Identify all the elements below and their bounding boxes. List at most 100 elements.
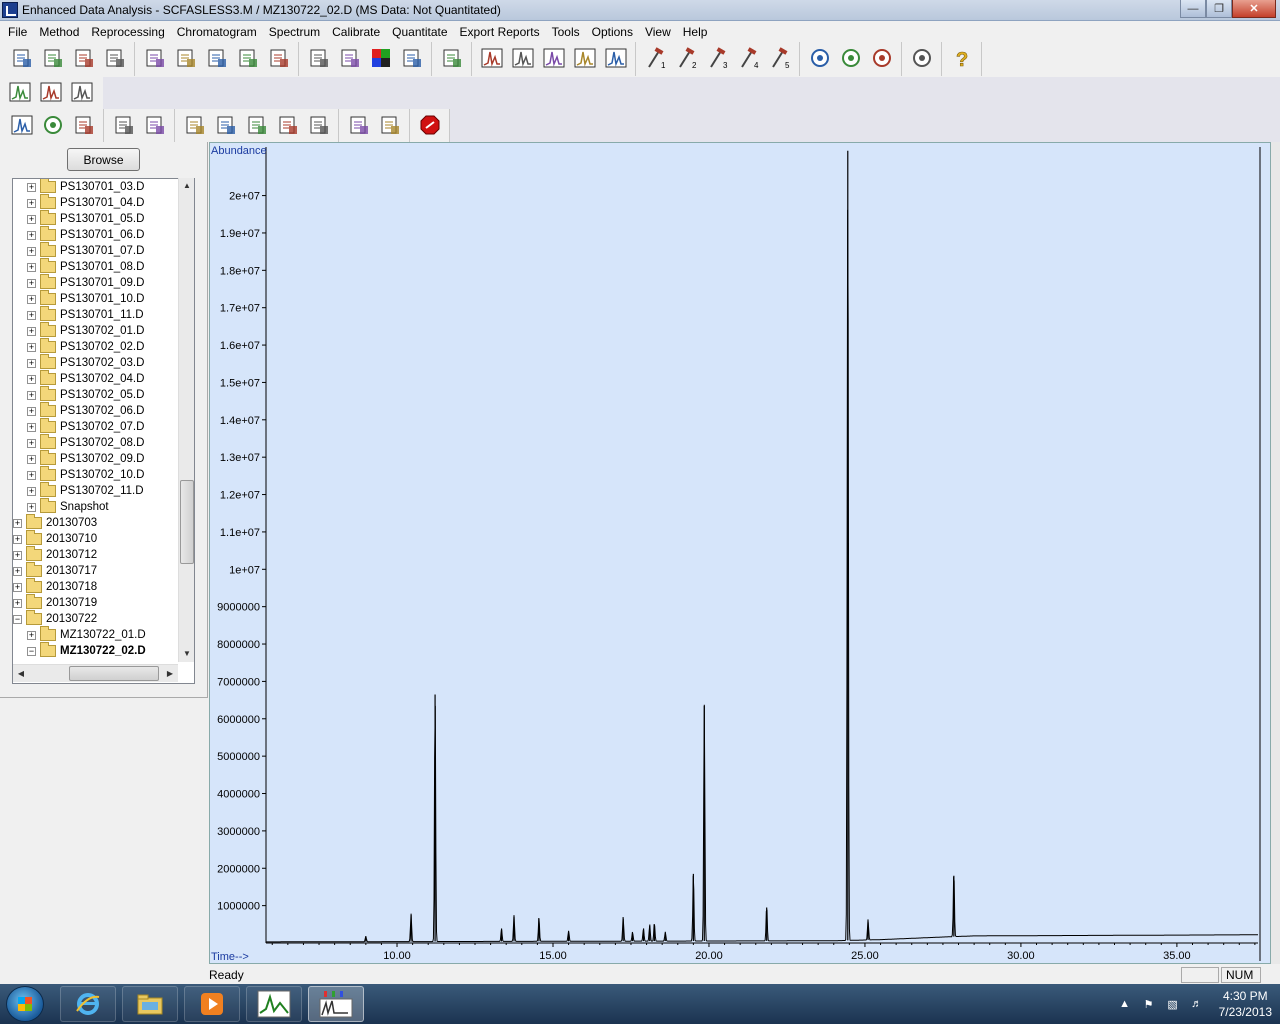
integrate-chrom-button[interactable] — [6, 113, 37, 139]
spectrum-trace-button[interactable] — [600, 46, 631, 72]
report-edit-button[interactable] — [374, 113, 405, 139]
color-palette-button[interactable] — [365, 46, 396, 72]
navigator-button[interactable] — [906, 46, 937, 72]
show-hidden-icons-icon[interactable]: ▲ — [1117, 996, 1133, 1012]
macro-1-button[interactable]: 1 — [640, 46, 671, 72]
tree-item[interactable]: + PS130701_09.D — [27, 274, 144, 291]
tree-item[interactable]: + Snapshot — [27, 498, 109, 515]
peak-compare-button[interactable] — [35, 80, 66, 106]
macro-4-button[interactable]: 4 — [733, 46, 764, 72]
expand-icon[interactable]: + — [27, 342, 36, 352]
maximize-button[interactable]: ❐ — [1206, 0, 1232, 18]
close-button[interactable]: ✕ — [1232, 0, 1276, 18]
sim-add-button[interactable] — [232, 46, 263, 72]
expand-icon[interactable]: + — [13, 566, 22, 576]
expand-icon[interactable]: + — [27, 470, 36, 480]
macro-5-button[interactable]: 5 — [764, 46, 795, 72]
menu-quantitate[interactable]: Quantitate — [386, 25, 453, 39]
tree-item[interactable]: + PS130702_05.D — [27, 386, 144, 403]
spectrum-view-button[interactable] — [476, 46, 507, 72]
tree-item[interactable]: + PS130702_10.D — [27, 466, 144, 483]
peak-shape-button[interactable] — [538, 46, 569, 72]
tree-item[interactable]: + PS130702_04.D — [27, 370, 144, 387]
bank-button[interactable] — [68, 113, 99, 139]
load-data-button[interactable] — [6, 46, 37, 72]
chart-scrollbar[interactable] — [1271, 142, 1280, 964]
tree-item[interactable]: + PS130701_11.D — [27, 306, 144, 323]
report-button[interactable] — [436, 46, 467, 72]
expand-icon[interactable]: + — [27, 630, 36, 640]
expand-icon[interactable]: + — [27, 198, 36, 208]
ratio-check-button[interactable] — [139, 113, 170, 139]
collapse-icon[interactable]: − — [27, 646, 36, 656]
scroll-thumb-horizontal[interactable] — [69, 666, 159, 681]
minimize-button[interactable]: — — [1180, 0, 1206, 18]
library-search-button[interactable] — [804, 46, 835, 72]
menu-calibrate[interactable]: Calibrate — [326, 25, 386, 39]
expand-icon[interactable]: + — [27, 374, 36, 384]
expand-icon[interactable]: + — [27, 294, 36, 304]
tree-item[interactable]: + PS130701_10.D — [27, 290, 144, 307]
tree-item[interactable]: + PS130701_03.D — [27, 179, 144, 195]
chromatogram-plot[interactable]: Abundance Time--> 1000000 2000000 3000000 400… — [210, 143, 1270, 963]
expand-icon[interactable]: + — [13, 518, 22, 528]
stop-button[interactable] — [414, 113, 445, 139]
expand-icon[interactable]: + — [27, 422, 36, 432]
menu-view[interactable]: View — [639, 25, 677, 39]
expand-icon[interactable]: + — [13, 582, 22, 592]
expand-icon[interactable]: + — [27, 310, 36, 320]
integrate-button[interactable] — [4, 80, 35, 106]
tree-item[interactable]: − MZ130722_02.D — [27, 642, 146, 659]
chromatogram-scale-button[interactable] — [66, 80, 97, 106]
expand-icon[interactable]: + — [27, 182, 36, 192]
expand-icon[interactable]: + — [27, 230, 36, 240]
snapshot-button[interactable] — [68, 46, 99, 72]
quant-add-button[interactable] — [210, 113, 241, 139]
scroll-left-arrow-icon[interactable]: ◀ — [13, 665, 29, 683]
macro-2-button[interactable]: 2 — [671, 46, 702, 72]
summary-report-button[interactable] — [343, 113, 374, 139]
menu-file[interactable]: File — [2, 25, 33, 39]
expand-icon[interactable]: + — [13, 534, 22, 544]
menu-method[interactable]: Method — [33, 25, 85, 39]
help-button[interactable]: ? — [946, 46, 977, 72]
tree-item[interactable]: + PS130701_07.D — [27, 242, 144, 259]
print-button[interactable] — [99, 46, 130, 72]
edit-method-button[interactable] — [201, 46, 232, 72]
tree-item[interactable]: +20130710 — [13, 530, 97, 547]
library-button[interactable] — [37, 113, 68, 139]
tree-item[interactable]: + PS130702_08.D — [27, 434, 144, 451]
menu-options[interactable]: Options — [586, 25, 639, 39]
copy-button[interactable] — [303, 46, 334, 72]
quant-copy-button[interactable] — [241, 113, 272, 139]
load-method-button[interactable] — [139, 46, 170, 72]
tree-item[interactable]: + PS130702_09.D — [27, 450, 144, 467]
sim-to-scan-button[interactable] — [263, 46, 294, 72]
app-icon[interactable] — [2, 2, 18, 18]
start-button[interactable] — [6, 986, 44, 1022]
edit-spectrum-button[interactable] — [507, 46, 538, 72]
tree-item[interactable]: + PS130702_06.D — [27, 402, 144, 419]
expand-icon[interactable]: + — [27, 454, 36, 464]
tree-item[interactable]: + PS130701_06.D — [27, 226, 144, 243]
scroll-thumb[interactable] — [180, 480, 194, 564]
menu-spectrum[interactable]: Spectrum — [263, 25, 326, 39]
expand-icon[interactable]: + — [27, 406, 36, 416]
compound-search-button[interactable] — [866, 46, 897, 72]
tile-window-button[interactable] — [334, 46, 365, 72]
menu-chromatogram[interactable]: Chromatogram — [171, 25, 263, 39]
browse-button[interactable]: Browse — [67, 148, 140, 171]
network-icon[interactable]: ▧ — [1165, 996, 1181, 1012]
expand-icon[interactable]: + — [27, 358, 36, 368]
tree-item[interactable]: +20130717 — [13, 562, 97, 579]
save-method-button[interactable] — [170, 46, 201, 72]
quant-edit-button[interactable] — [272, 113, 303, 139]
layout-button[interactable] — [396, 46, 427, 72]
tree-item[interactable]: + PS130702_03.D — [27, 354, 144, 371]
internet-explorer-icon[interactable] — [60, 986, 116, 1022]
expand-icon[interactable]: + — [27, 438, 36, 448]
action-center-flag-icon[interactable]: ⚑ — [1141, 996, 1157, 1012]
tree-item[interactable]: +20130703 — [13, 514, 97, 531]
menu-reprocessing[interactable]: Reprocessing — [85, 25, 170, 39]
baseline-button[interactable] — [108, 113, 139, 139]
